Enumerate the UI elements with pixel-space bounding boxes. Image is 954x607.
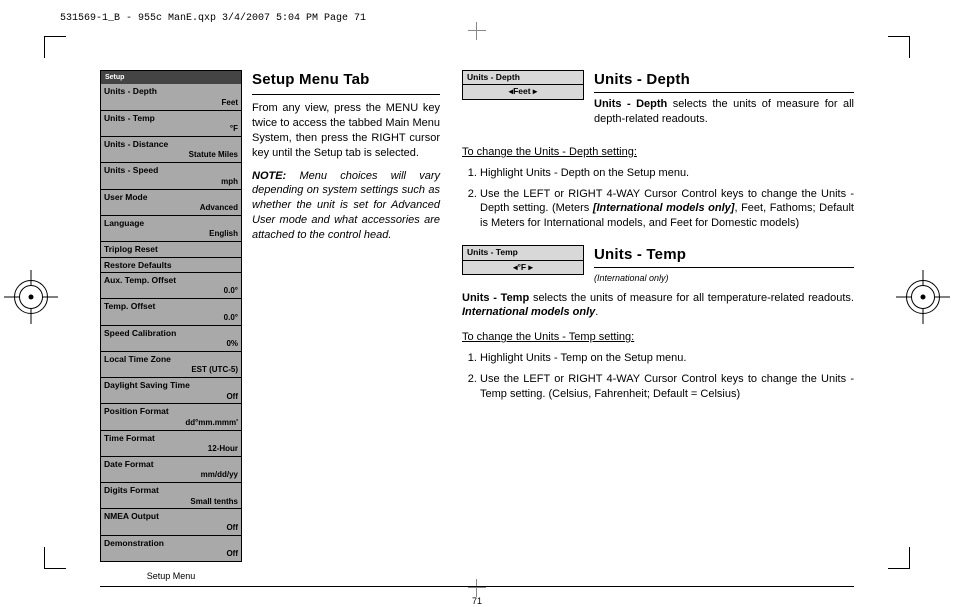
fold-mark-top	[468, 22, 486, 40]
menu-item-value: mm/dd/yy	[104, 470, 238, 481]
widget-value: °F	[463, 261, 583, 274]
units-temp-sub: (International only)	[594, 272, 854, 284]
widget-value: Feet	[463, 85, 583, 98]
menu-item-value: 0.0°	[104, 286, 238, 297]
menu-item-value: 0%	[104, 339, 238, 350]
menu-item-value: EST (UTC-5)	[104, 365, 238, 376]
menu-item: Local Time ZoneEST (UTC-5)	[101, 351, 241, 377]
menu-item-label: Digits Format	[104, 485, 238, 496]
menu-item: Aux. Temp. Offset0.0°	[101, 272, 241, 298]
setup-menu-screenshot: Setup Units - DepthFeetUnits - Temp°FUni…	[100, 70, 242, 562]
menu-item: Position Formatdd°mm.mmm'	[101, 403, 241, 429]
units-depth-heading: Units - Depth	[594, 70, 854, 90]
menu-item: LanguageEnglish	[101, 215, 241, 241]
units-temp-widget: Units - Temp °F	[462, 245, 584, 275]
list-item: Highlight Units - Temp on the Setup menu…	[480, 351, 854, 366]
menu-item-label: Units - Distance	[104, 139, 238, 150]
lead-mid: selects the units of measure for all tem…	[529, 292, 854, 304]
menu-item: Triplog Reset	[101, 241, 241, 256]
page-number: 71	[100, 595, 854, 607]
print-sheet: 531569-1_B - 955c ManE.qxp 3/4/2007 5:04…	[0, 0, 954, 605]
menu-item-label: Restore Defaults	[104, 260, 238, 271]
crop-mark	[44, 547, 66, 569]
menu-item-label: Time Format	[104, 433, 238, 444]
menu-item: Units - DepthFeet	[101, 84, 241, 109]
menu-item: Temp. Offset0.0°	[101, 298, 241, 324]
menu-item-label: NMEA Output	[104, 511, 238, 522]
menu-item-label: Language	[104, 218, 238, 229]
menu-item-label: Position Format	[104, 406, 238, 417]
step-ital: [International models only]	[593, 202, 735, 214]
menu-item-value: English	[104, 229, 238, 240]
menu-item-value: °F	[104, 124, 238, 135]
menu-item-label: Units - Speed	[104, 165, 238, 176]
units-temp-steps: Highlight Units - Temp on the Setup menu…	[480, 351, 854, 402]
page-content: Setup Units - DepthFeetUnits - Temp°FUni…	[100, 70, 854, 535]
menu-item-label: Aux. Temp. Offset	[104, 275, 238, 286]
menu-item-label: Daylight Saving Time	[104, 380, 238, 391]
setup-menu-tab-para: From any view, press the MENU key twice …	[252, 101, 440, 160]
setup-tab-label: Setup	[105, 73, 124, 82]
menu-item: Digits FormatSmall tenths	[101, 482, 241, 508]
list-item: Use the LEFT or RIGHT 4-WAY Cursor Contr…	[480, 372, 854, 402]
registration-mark-right	[906, 280, 940, 314]
lead-bold: Units - Temp	[462, 292, 529, 304]
menu-item: Daylight Saving TimeOff	[101, 377, 241, 403]
crop-mark	[44, 36, 66, 58]
units-depth-lead: Units - Depth selects the units of measu…	[594, 97, 854, 127]
registration-mark-left	[14, 280, 48, 314]
note-label: NOTE:	[252, 170, 286, 182]
lead-bold: Units - Depth	[594, 98, 667, 110]
setup-menu-tab-note: NOTE: Menu choices will vary depending o…	[252, 169, 440, 243]
list-item: Use the LEFT or RIGHT 4-WAY Cursor Contr…	[480, 187, 854, 232]
menu-item: DemonstrationOff	[101, 535, 241, 561]
menu-item: NMEA OutputOff	[101, 508, 241, 534]
menu-item: Time Format12-Hour	[101, 430, 241, 456]
list-item: Highlight Units - Depth on the Setup men…	[480, 166, 854, 181]
menu-item: User ModeAdvanced	[101, 189, 241, 215]
menu-item-label: Triplog Reset	[104, 244, 238, 255]
menu-item-label: Demonstration	[104, 538, 238, 549]
crop-mark	[888, 36, 910, 58]
menu-item-value: Advanced	[104, 203, 238, 214]
menu-item-value: Statute Miles	[104, 150, 238, 161]
print-header: 531569-1_B - 955c ManE.qxp 3/4/2007 5:04…	[60, 12, 366, 26]
units-temp-lead: Units - Temp selects the units of measur…	[462, 291, 854, 321]
lead-ital: International models only	[462, 306, 595, 318]
menu-item-value: Small tenths	[104, 497, 238, 508]
widget-title: Units - Temp	[463, 246, 583, 260]
crop-mark	[888, 547, 910, 569]
menu-item: Restore Defaults	[101, 257, 241, 272]
units-depth-howto: To change the Units - Depth setting:	[462, 145, 854, 160]
menu-item: Date Formatmm/dd/yy	[101, 456, 241, 482]
menu-item: Units - DistanceStatute Miles	[101, 136, 241, 162]
menu-item-value: Off	[104, 549, 238, 560]
menu-item-value: Off	[104, 392, 238, 403]
units-temp-heading: Units - Temp	[594, 245, 854, 265]
menu-item-label: Date Format	[104, 459, 238, 470]
menu-item: Speed Calibration0%	[101, 325, 241, 351]
menu-item-label: Units - Temp	[104, 113, 238, 124]
menu-item-value: mph	[104, 177, 238, 188]
menu-item-value: dd°mm.mmm'	[104, 418, 238, 429]
units-depth-steps: Highlight Units - Depth on the Setup men…	[480, 166, 854, 231]
menu-item-value: 0.0°	[104, 313, 238, 324]
menu-item-label: Local Time Zone	[104, 354, 238, 365]
menu-item-label: User Mode	[104, 192, 238, 203]
menu-item-label: Units - Depth	[104, 86, 238, 97]
setup-menu-block: Setup Units - DepthFeetUnits - Temp°FUni…	[100, 70, 242, 582]
menu-item-value: Off	[104, 523, 238, 534]
menu-item-label: Speed Calibration	[104, 328, 238, 339]
menu-caption: Setup Menu	[100, 570, 242, 582]
menu-item-value: 12-Hour	[104, 444, 238, 455]
menu-titlebar: Setup	[101, 71, 241, 84]
units-temp-howto: To change the Units - Temp setting:	[462, 330, 854, 345]
menu-item-label: Temp. Offset	[104, 301, 238, 312]
widget-title: Units - Depth	[463, 71, 583, 85]
menu-item: Units - Speedmph	[101, 162, 241, 188]
setup-menu-tab-heading: Setup Menu Tab	[252, 70, 440, 90]
units-depth-widget: Units - Depth Feet	[462, 70, 584, 100]
menu-item-value: Feet	[104, 98, 238, 109]
menu-item: Units - Temp°F	[101, 110, 241, 136]
